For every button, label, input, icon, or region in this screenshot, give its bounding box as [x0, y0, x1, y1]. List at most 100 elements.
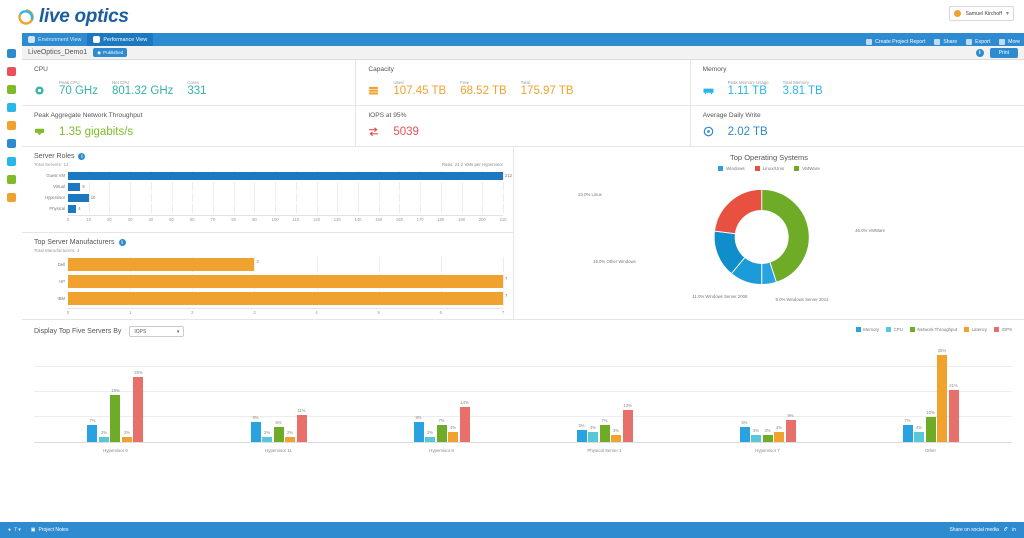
- legend-item[interactable]: Latency: [964, 327, 987, 332]
- tab-performance-view[interactable]: Performance View: [87, 33, 154, 46]
- ellipsis-icon: [999, 39, 1006, 45]
- footer-project-notes[interactable]: ▣ Project Notes: [31, 527, 69, 533]
- legend-item[interactable]: CPU: [886, 327, 903, 332]
- settings-icon[interactable]: [6, 157, 16, 166]
- bar[interactable]: 7%: [436, 418, 447, 442]
- chart-icon[interactable]: [6, 67, 16, 76]
- bar[interactable]: 3%: [751, 428, 761, 442]
- tab-environment-view[interactable]: Environment View: [22, 33, 88, 46]
- gridline: [88, 193, 90, 202]
- bar[interactable]: 8%: [250, 415, 261, 442]
- folder-icon[interactable]: [6, 85, 16, 94]
- dashboard-icon[interactable]: [6, 49, 16, 58]
- operating-systems-legend: Windows Linux/Unix VMWare: [522, 166, 1016, 171]
- help-icon[interactable]: [6, 193, 16, 202]
- legend-item[interactable]: Memory: [855, 327, 879, 332]
- info-icon[interactable]: i: [78, 153, 86, 160]
- bar[interactable]: 9%: [785, 413, 796, 442]
- legend-item[interactable]: IOPS: [994, 327, 1012, 332]
- bar[interactable]: 21%: [948, 383, 959, 442]
- user-icon[interactable]: [6, 121, 16, 130]
- bar-value: 13%: [623, 402, 632, 408]
- footer-share-label: Share on social media: [949, 527, 999, 533]
- bar-plot: 10: [68, 193, 504, 202]
- legend-item[interactable]: Network Throughput: [909, 327, 958, 332]
- bar[interactable]: 3%: [762, 428, 773, 442]
- bar-value: 35%: [937, 347, 947, 353]
- export-button[interactable]: Export: [966, 39, 990, 45]
- tools-icon[interactable]: [6, 175, 16, 184]
- bar[interactable]: [68, 257, 255, 271]
- gridline: [34, 391, 1012, 392]
- bar[interactable]: [68, 204, 77, 213]
- bar[interactable]: 2%: [425, 430, 435, 442]
- info-icon[interactable]: i: [975, 48, 984, 57]
- create-project-report-button[interactable]: Create Project Report: [866, 39, 925, 45]
- print-button[interactable]: Print: [989, 47, 1018, 58]
- legend-label: Windows: [726, 166, 745, 171]
- bar[interactable]: [68, 291, 503, 305]
- info-icon[interactable]: i: [118, 239, 126, 246]
- bar-value: 4%: [589, 425, 597, 430]
- apps-icon[interactable]: [6, 103, 16, 112]
- share-button[interactable]: Share: [934, 39, 957, 45]
- gridline: [440, 182, 442, 191]
- metric-cores: Cores 331: [187, 80, 206, 97]
- bar[interactable]: 6%: [273, 420, 284, 442]
- operating-systems-title: Top Operating Systems: [730, 153, 808, 162]
- legend-item-windows[interactable]: Windows: [718, 166, 745, 171]
- bar[interactable]: 19%: [110, 388, 121, 442]
- bar[interactable]: 4%: [774, 425, 784, 442]
- bar[interactable]: [68, 171, 503, 180]
- bar[interactable]: 4%: [448, 425, 458, 442]
- logo[interactable]: live optics: [18, 6, 129, 28]
- bar[interactable]: 10%: [925, 410, 936, 442]
- legend-item-vmware[interactable]: VMWare: [794, 166, 820, 171]
- bar-value: 4: [78, 206, 81, 211]
- metric-total-memory: Total Memory 3.81 TB: [783, 80, 823, 97]
- bar[interactable]: [68, 182, 81, 191]
- bar-value: 6: [82, 184, 85, 189]
- more-button[interactable]: More: [999, 39, 1020, 45]
- bar[interactable]: 2%: [285, 430, 295, 442]
- gridline: [109, 182, 111, 191]
- bar[interactable]: 6%: [739, 420, 750, 442]
- top-servers-select[interactable]: IOPS ▾: [129, 326, 185, 337]
- twitter-icon[interactable]: 𝒪: [1004, 527, 1007, 533]
- bar[interactable]: 7%: [902, 418, 913, 442]
- axis-tick: 100: [271, 217, 279, 222]
- bar[interactable]: 2%: [121, 430, 132, 442]
- bar[interactable]: 13%: [622, 403, 633, 442]
- globe-icon[interactable]: [6, 139, 16, 148]
- bar[interactable]: 2%: [262, 430, 272, 442]
- top-servers-plot: 7% 2% 19% 2% 26% Hypervisor 6 8% 2% 6% 2% 11% Hyper…: [34, 343, 1012, 453]
- bar-value: 3%: [752, 427, 760, 433]
- bar[interactable]: [68, 274, 503, 288]
- bar[interactable]: 4%: [914, 425, 924, 442]
- legend-item-linux[interactable]: Linux/Unix: [754, 166, 784, 171]
- bar[interactable]: 4%: [588, 425, 598, 442]
- gridline: [420, 182, 422, 191]
- bar[interactable]: 7%: [599, 418, 610, 442]
- bar[interactable]: 11%: [296, 408, 307, 442]
- gridline: [275, 182, 277, 191]
- footer-notifications[interactable]: ● 7 ▾: [8, 527, 21, 533]
- bar[interactable]: 14%: [459, 400, 470, 442]
- bar[interactable]: 8%: [413, 415, 424, 442]
- legend-label: Network Throughput: [917, 327, 958, 332]
- bar-row: Guest VM 212: [34, 171, 512, 180]
- bar[interactable]: 5%: [576, 423, 587, 442]
- bar[interactable]: 3%: [611, 428, 621, 442]
- bar[interactable]: 35%: [937, 348, 947, 442]
- bar-value: 7%: [904, 417, 911, 423]
- bar[interactable]: 26%: [133, 370, 144, 442]
- bar[interactable]: 2%: [98, 430, 109, 442]
- logo-text-optics: optics: [74, 5, 129, 27]
- toolbar: Create Project Report Share Export More: [866, 39, 1020, 45]
- axis-tick: 10: [86, 217, 92, 222]
- bar[interactable]: [68, 193, 89, 202]
- account-menu[interactable]: Samuel Kirchoff ▾: [949, 6, 1014, 21]
- bar[interactable]: 7%: [87, 418, 98, 442]
- linkedin-icon[interactable]: in: [1012, 527, 1016, 533]
- donut-slice[interactable]: [714, 188, 763, 235]
